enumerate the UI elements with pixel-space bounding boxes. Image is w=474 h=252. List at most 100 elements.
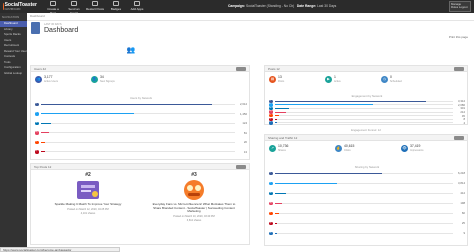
bar-value: 9: [463, 231, 465, 236]
logo-subtext: DASHBOARD: [4, 7, 21, 11]
network-bar-row: e4: [269, 121, 465, 126]
envelope-icon: ✉: [454, 42, 468, 60]
chart-caption: Sharing by Network: [354, 165, 380, 169]
kpi-value: $7,737.85: [268, 45, 302, 54]
bar-fill: [275, 108, 290, 109]
stat-value: 34: [100, 75, 104, 80]
top-post-card[interactable]: #3 Everyday Fans vs. Micro-Influencers! …: [149, 172, 239, 222]
network-bar-row: f 2,612: [35, 102, 247, 107]
page-subtitle: LAST 30 DAYS: [44, 23, 62, 26]
bar-track: [275, 115, 453, 117]
tool-label: Create a Post: [47, 7, 59, 15]
divider: [27, 20, 474, 21]
bar-fill: [275, 122, 277, 124]
network-bar-row: ig 81: [35, 131, 247, 136]
network-bar-row: in 412: [269, 191, 465, 196]
panel-header: Users 42: [31, 66, 249, 72]
badges-button[interactable]: Badges: [107, 1, 125, 15]
post-title[interactable]: Everyday Fans vs. Micro-Influencers! Wha…: [149, 202, 239, 214]
network-bar-row: f 6,218: [269, 171, 465, 176]
add-apps-button[interactable]: Add Apps: [128, 1, 146, 15]
stat-value: 10,736: [278, 144, 289, 149]
email-icon: [71, 1, 77, 6]
panel-header: Posts 12: [265, 66, 467, 72]
top-post-card[interactable]: #2 Sparkle Making It Match To Improve Yo…: [43, 172, 133, 215]
stat-value: 0: [390, 75, 392, 80]
share-icon: ↗: [269, 145, 276, 152]
post-stats: 3,612 shares: [186, 218, 202, 222]
play-icon: ▶: [325, 76, 332, 83]
panel-header: Top Posts 12: [31, 164, 249, 170]
bar-track: [275, 212, 453, 214]
stat-label: Clicks: [344, 148, 351, 152]
bar-fill: [275, 104, 373, 106]
post-date: Posted on March 10, 2020, 03:40 PM: [173, 214, 215, 218]
bar-track: [275, 202, 453, 204]
users-panel: Users 42 👥 3,177 Active Users 👤 34 New Sig…: [30, 65, 250, 160]
view-more-button[interactable]: [454, 67, 464, 71]
money-icon: $: [346, 42, 360, 60]
stat-label: Active Users: [44, 79, 59, 83]
view-more-button[interactable]: [236, 67, 246, 71]
nav-section-title: NAVIGATION: [2, 15, 20, 19]
campaign-label: Campaign:: [228, 4, 246, 8]
bar-fill: [275, 192, 286, 194]
bar-fill: [41, 132, 49, 134]
stat-label: Posts: [278, 79, 285, 83]
bar-value: 81: [243, 130, 247, 135]
logo-text: SocialToaster: [4, 1, 37, 8]
bar-fill: [275, 222, 277, 224]
restart-posts-button[interactable]: Restart Posts: [86, 1, 104, 15]
campaign-selector[interactable]: Campaign: SocialToaster (Standing - No C…: [228, 4, 336, 8]
engagement-funnel-caption: Engagement Funnel: 12: [351, 128, 381, 132]
bar-value: 25: [461, 221, 465, 226]
post-rank: #2: [85, 172, 91, 178]
network-badge-icon: in: [35, 121, 39, 125]
apps-icon: [134, 1, 140, 6]
print-page-link[interactable]: Print this page: [449, 35, 468, 39]
bar-fill: [275, 202, 283, 204]
stat-label: Shares: [278, 148, 286, 152]
stat-label: Impressions: [410, 148, 424, 152]
bar-track: [275, 192, 453, 194]
bar-fill: [275, 118, 277, 120]
kpi-value: 40,615: [157, 45, 180, 54]
bar-track: [41, 141, 235, 143]
app-logo[interactable]: SocialToaster DASHBOARD: [3, 2, 37, 11]
toolbar: Create a Post Send an Email Restart Post…: [44, 1, 146, 15]
stat-value: 37,419: [410, 144, 421, 149]
date-range-value[interactable]: Last 30 Days: [317, 4, 336, 8]
create-post-button[interactable]: Create a Post: [44, 1, 62, 15]
breadcrumb[interactable]: Dashboard: [30, 14, 45, 18]
network-badge-icon: ig: [35, 131, 39, 135]
post-illustration: [177, 179, 211, 201]
send-email-button[interactable]: Send an Email: [65, 1, 83, 15]
network-bar-row: e9: [269, 231, 465, 236]
top-bar: SocialToaster DASHBOARD Create a Post Sen…: [0, 0, 474, 15]
post-title[interactable]: Sparkle Making It Match To Improve Your …: [43, 202, 133, 207]
date-range-label: Date Range:: [296, 4, 317, 8]
network-badge-icon: p: [35, 150, 39, 154]
chart-caption: Engagement by Network: [351, 94, 383, 98]
stat-shares: ↗ 10,736 Shares: [269, 144, 289, 152]
network-badge-icon: r: [269, 211, 273, 215]
network-badge-icon: t: [35, 112, 39, 116]
sidebar-item-global-lookup[interactable]: Global Lookup: [0, 71, 27, 77]
panel-title: Posts 12: [268, 67, 280, 71]
stat-impressions: 👁 37,419 Impressions: [401, 144, 424, 152]
bar-value: 60: [461, 211, 465, 216]
view-more-button[interactable]: [236, 165, 246, 169]
bar-value: 20: [243, 140, 247, 145]
view-more-button[interactable]: [454, 136, 464, 140]
bar-fill: [41, 113, 135, 115]
post-rank: #3: [191, 172, 197, 178]
dashboard-icon: [31, 22, 40, 34]
bar-track: [275, 232, 453, 234]
stat-value: 13: [278, 75, 282, 80]
bar-fill: [275, 182, 338, 184]
clock-icon: ◷: [381, 76, 388, 83]
user-menu[interactable]: Manage Roles Logout: [449, 1, 471, 12]
users-icon: 👥: [124, 42, 138, 60]
stat-value: 3,177: [44, 75, 53, 80]
bar-track: [275, 111, 453, 113]
